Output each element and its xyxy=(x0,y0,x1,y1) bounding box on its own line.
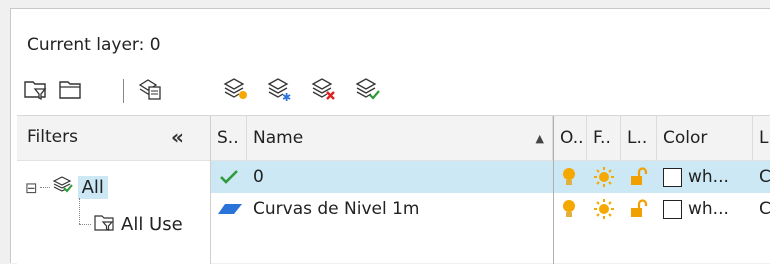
linetype-cell[interactable]: C xyxy=(759,161,770,193)
thaw-sun-icon[interactable] xyxy=(593,161,615,193)
column-status[interactable]: S.. xyxy=(211,116,247,160)
column-on[interactable]: O.. xyxy=(553,116,587,160)
table-row[interactable]: Curvas de Nivel 1m wh... C xyxy=(211,193,770,225)
column-linetype[interactable]: L xyxy=(753,116,770,160)
layer-color[interactable]: wh... xyxy=(663,161,729,193)
tree-expander-icon[interactable]: ⊟ xyxy=(25,179,38,197)
sort-ascending-icon: ▲ xyxy=(535,131,544,145)
color-name: wh... xyxy=(688,199,729,219)
column-name[interactable]: Name ▲ xyxy=(247,116,553,160)
new-group-filter-icon[interactable] xyxy=(55,75,85,103)
tree-item-all-label: All xyxy=(77,176,108,199)
tree-item-all-used[interactable]: All Use xyxy=(79,212,210,237)
group-filter-icon xyxy=(93,212,115,237)
new-property-filter-icon[interactable] xyxy=(21,75,51,103)
collapse-filters-button[interactable]: « xyxy=(171,125,184,149)
linetype-cell[interactable]: C xyxy=(759,193,770,225)
layer-color[interactable]: wh... xyxy=(663,193,729,225)
table-row[interactable]: 0 wh... C xyxy=(211,161,770,193)
column-freeze[interactable]: F.. xyxy=(587,116,621,160)
layer-table: S.. Name ▲ O.. F.. L.. Color L 0 wh... C… xyxy=(211,116,770,264)
column-color[interactable]: Color xyxy=(657,116,753,160)
svg-text:✱: ✱ xyxy=(282,91,291,102)
filters-header: Filters « xyxy=(17,116,210,161)
current-layer-checkmark-icon xyxy=(219,161,239,193)
column-lock[interactable]: L.. xyxy=(621,116,657,160)
color-name: wh... xyxy=(688,167,729,187)
color-swatch xyxy=(663,199,682,219)
new-layer-icon[interactable] xyxy=(221,75,251,103)
layer-properties-panel: Current layer: 0 ✱ Filters « ⊟ All All U… xyxy=(10,8,770,264)
column-name-label: Name xyxy=(253,128,304,148)
layers-filter-icon xyxy=(52,174,74,201)
color-swatch xyxy=(663,167,682,187)
filters-title: Filters xyxy=(27,127,78,147)
set-current-icon[interactable] xyxy=(353,75,383,103)
layer-grid: Filters « ⊟ All All Use S.. Name ▲ O.. F… xyxy=(17,115,770,264)
column-divider xyxy=(553,160,554,264)
toolbar-separator xyxy=(123,79,124,103)
tree-item-all[interactable]: ⊟ All xyxy=(25,174,108,201)
table-header: S.. Name ▲ O.. F.. L.. Color L xyxy=(211,116,770,161)
delete-layer-icon[interactable] xyxy=(309,75,339,103)
layer-icon xyxy=(217,193,243,225)
unlocked-padlock-icon[interactable] xyxy=(629,193,649,225)
new-layer-vp-frozen-icon[interactable]: ✱ xyxy=(265,75,295,103)
layer-name[interactable]: Curvas de Nivel 1m xyxy=(253,193,420,225)
on-lightbulb-icon[interactable] xyxy=(561,161,577,193)
filters-pane: Filters « ⊟ All All Use xyxy=(17,116,211,264)
on-lightbulb-icon[interactable] xyxy=(561,193,577,225)
current-layer-label: Current layer: 0 xyxy=(27,35,161,55)
layer-name[interactable]: 0 xyxy=(253,161,264,193)
unlocked-padlock-icon[interactable] xyxy=(629,161,649,193)
tree-connector xyxy=(79,224,91,225)
layer-states-manager-icon[interactable] xyxy=(135,75,165,103)
tree-item-all-used-label: All Use xyxy=(121,214,183,235)
thaw-sun-icon[interactable] xyxy=(593,193,615,225)
tree-connector xyxy=(39,187,50,188)
